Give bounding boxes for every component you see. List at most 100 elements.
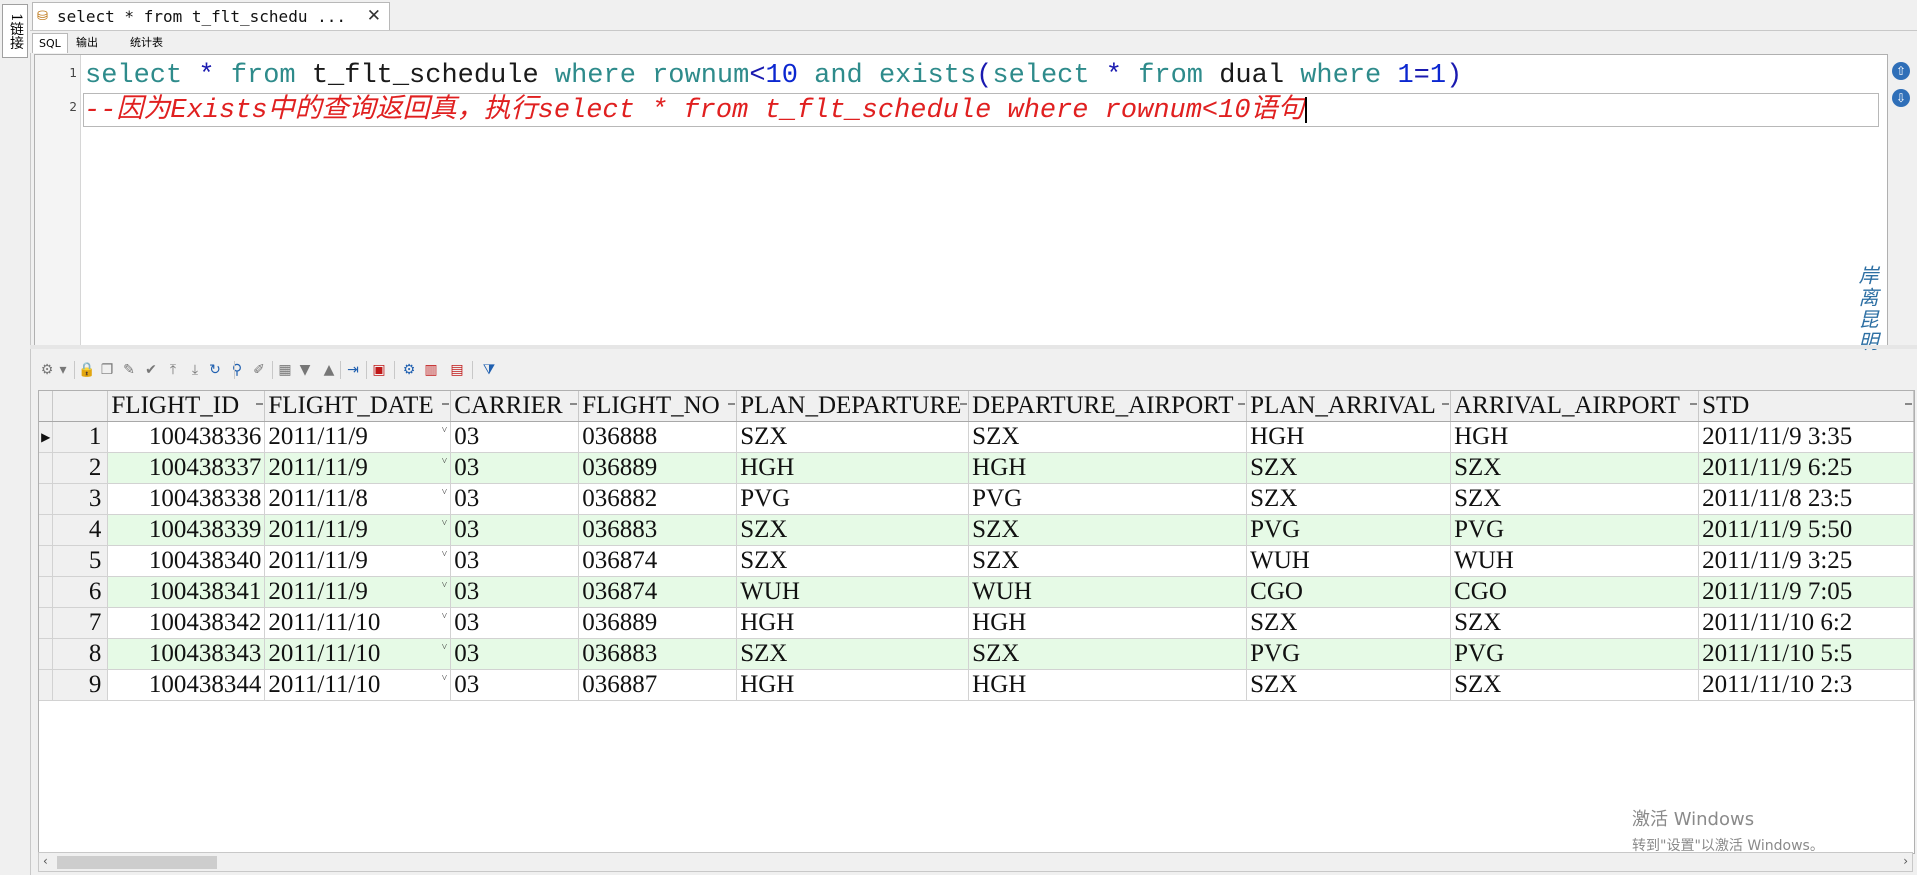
cell-std[interactable]: 2011/11/10 6:2 — [1698, 607, 1914, 639]
cell-std[interactable]: 2011/11/9 5:50 — [1698, 514, 1914, 546]
first-record-icon[interactable]: ⤒ — [164, 361, 182, 379]
cell-arrival-airport[interactable]: SZX — [1450, 452, 1700, 484]
cell-arrival-airport[interactable]: SZX — [1450, 483, 1700, 515]
cell-departure-airport[interactable]: WUH — [968, 576, 1248, 608]
column-resize-handle[interactable] — [1905, 403, 1912, 405]
column-resize-handle[interactable] — [1690, 403, 1698, 405]
cell-carrier[interactable]: 03 — [450, 545, 580, 577]
cell-carrier[interactable]: 03 — [450, 638, 580, 670]
cell-std[interactable]: 2011/11/10 5:5 — [1698, 638, 1914, 670]
connection-tab[interactable]: 1链接 — [2, 4, 28, 58]
date-dropdown-icon[interactable]: ˅ — [442, 518, 448, 529]
pane-splitter[interactable] — [30, 345, 1917, 349]
date-dropdown-icon[interactable]: ˅ — [442, 642, 448, 653]
cell-flight-id[interactable]: 100438338 — [107, 483, 266, 515]
table-row[interactable]: 2 100438337 2011/11/9 ˅ 03 036889 HGH HGH SZX SZX… — [39, 452, 1914, 484]
cell-plan-arrival[interactable]: CGO — [1246, 576, 1452, 608]
cell-arrival-airport[interactable]: CGO — [1450, 576, 1700, 608]
table-row[interactable]: ▶ 1 100438336 2011/11/9 ˅ 03 036888 SZX SZX HGH HG… — [39, 421, 1914, 453]
cell-flight-date[interactable]: 2011/11/10 ˅ — [264, 669, 452, 701]
cell-carrier[interactable]: 03 — [450, 576, 580, 608]
cell-plan-arrival[interactable]: WUH — [1246, 545, 1452, 577]
cell-departure-airport[interactable]: SZX — [968, 514, 1248, 546]
last-record-icon[interactable]: ⤓ — [186, 361, 204, 379]
cell-flight-no[interactable]: 036883 — [578, 514, 738, 546]
cell-carrier[interactable]: 03 — [450, 452, 580, 484]
cell-flight-no[interactable]: 036883 — [578, 638, 738, 670]
lock-icon[interactable]: 🔒 — [78, 361, 96, 379]
table-row[interactable]: 5 100438340 2011/11/9 ˅ 03 036874 SZX SZX WUH WUH… — [39, 545, 1914, 577]
cell-arrival-airport[interactable]: PVG — [1450, 638, 1700, 670]
cell-flight-date[interactable]: 2011/11/10 ˅ — [264, 607, 452, 639]
cell-plan-departure[interactable]: HGH — [736, 669, 970, 701]
table-row[interactable]: 8 100438343 2011/11/10 ˅ 03 036883 SZX SZX PVG PV… — [39, 638, 1914, 670]
save-icon[interactable]: ▣ — [370, 361, 388, 379]
cell-flight-date[interactable]: 2011/11/10 ˅ — [264, 638, 452, 670]
filter-icon[interactable]: ⧩ — [480, 361, 498, 379]
result-grid[interactable]: FLIGHT_ID FLIGHT_DATE CARRIER FLIGHT_NO PLAN… — [38, 390, 1915, 854]
query-icon[interactable]: ⚙ — [400, 361, 418, 379]
cell-flight-no[interactable]: 036874 — [578, 576, 738, 608]
table-row[interactable]: 9 100438344 2011/11/10 ˅ 03 036887 HGH HGH SZX SZ… — [39, 669, 1914, 701]
cell-flight-date[interactable]: 2011/11/9 ˅ — [264, 576, 452, 608]
cell-plan-arrival[interactable]: HGH — [1246, 421, 1452, 453]
clear-icon[interactable]: ✐ — [250, 361, 268, 379]
table-row[interactable]: 4 100438339 2011/11/9 ˅ 03 036883 SZX SZX PVG PVG… — [39, 514, 1914, 546]
cell-carrier[interactable]: 03 — [450, 483, 580, 515]
cell-flight-date[interactable]: 2011/11/9 ˅ — [264, 545, 452, 577]
chart-icon[interactable]: ▥ — [422, 361, 440, 379]
scroll-right-icon[interactable]: › — [1903, 854, 1908, 868]
column-header[interactable]: CARRIER — [450, 391, 580, 422]
cell-carrier[interactable]: 03 — [450, 421, 580, 453]
cell-flight-no[interactable]: 036889 — [578, 607, 738, 639]
find-icon[interactable]: ⚲ — [228, 361, 246, 379]
export-icon[interactable]: ⇥ — [344, 361, 362, 379]
copy-icon[interactable]: ❐ — [98, 361, 116, 379]
date-dropdown-icon[interactable]: ˅ — [442, 611, 448, 622]
cell-plan-arrival[interactable]: SZX — [1246, 607, 1452, 639]
cell-plan-departure[interactable]: SZX — [736, 545, 970, 577]
cell-flight-no[interactable]: 036889 — [578, 452, 738, 484]
cell-plan-departure[interactable]: SZX — [736, 514, 970, 546]
refresh-icon[interactable]: ↻ — [206, 361, 224, 379]
table-row[interactable]: 6 100438341 2011/11/9 ˅ 03 036874 WUH WUH CGO CGO… — [39, 576, 1914, 608]
column-resize-handle[interactable] — [442, 403, 450, 405]
sort-down-icon[interactable]: ▼ — [296, 361, 314, 379]
cell-flight-id[interactable]: 100438342 — [107, 607, 266, 639]
cell-departure-airport[interactable]: SZX — [968, 638, 1248, 670]
cell-flight-date[interactable]: 2011/11/9 ˅ — [264, 514, 452, 546]
document-tab[interactable]: ⛁ select * from t_flt_schedu ... ✕ — [32, 2, 390, 30]
column-resize-handle[interactable] — [570, 403, 578, 405]
column-resize-handle[interactable] — [1442, 403, 1450, 405]
horizontal-scrollbar[interactable]: ‹ › — [38, 852, 1913, 872]
date-dropdown-icon[interactable]: ˅ — [442, 487, 448, 498]
edit-icon[interactable]: ✎ — [120, 361, 138, 379]
column-resize-handle[interactable] — [1238, 403, 1246, 405]
cell-std[interactable]: 2011/11/9 3:35 — [1698, 421, 1914, 453]
cell-plan-arrival[interactable]: PVG — [1246, 638, 1452, 670]
date-dropdown-icon[interactable]: ˅ — [442, 673, 448, 684]
scroll-up-icon[interactable]: ⇧ — [1892, 62, 1910, 80]
cell-flight-id[interactable]: 100438339 — [107, 514, 266, 546]
cell-arrival-airport[interactable]: PVG — [1450, 514, 1700, 546]
cell-flight-id[interactable]: 100438340 — [107, 545, 266, 577]
cell-departure-airport[interactable]: HGH — [968, 452, 1248, 484]
cell-flight-date[interactable]: 2011/11/9 ˅ — [264, 452, 452, 484]
cell-flight-date[interactable]: 2011/11/9 ˅ — [264, 421, 452, 453]
cell-flight-no[interactable]: 036888 — [578, 421, 738, 453]
cell-std[interactable]: 2011/11/9 6:25 — [1698, 452, 1914, 484]
column-header[interactable]: PLAN_ARRIVAL — [1246, 391, 1452, 422]
sort-up-icon[interactable]: ▲ — [320, 361, 338, 379]
column-resize-handle[interactable] — [256, 403, 264, 405]
date-dropdown-icon[interactable]: ˅ — [442, 580, 448, 591]
cell-departure-airport[interactable]: SZX — [968, 421, 1248, 453]
column-header[interactable]: STD — [1698, 391, 1914, 422]
table-row[interactable]: 7 100438342 2011/11/10 ˅ 03 036889 HGH HGH SZX SZ… — [39, 607, 1914, 639]
grid-view-icon[interactable]: ▦ — [276, 361, 294, 379]
column-resize-handle[interactable] — [960, 403, 968, 405]
table-row[interactable]: 3 100438338 2011/11/8 ˅ 03 036882 PVG PVG SZX SZX… — [39, 483, 1914, 515]
cell-flight-no[interactable]: 036887 — [578, 669, 738, 701]
dropdown-arrow-icon[interactable]: ▾ — [54, 361, 72, 379]
cell-flight-id[interactable]: 100438344 — [107, 669, 266, 701]
date-dropdown-icon[interactable]: ˅ — [442, 549, 448, 560]
